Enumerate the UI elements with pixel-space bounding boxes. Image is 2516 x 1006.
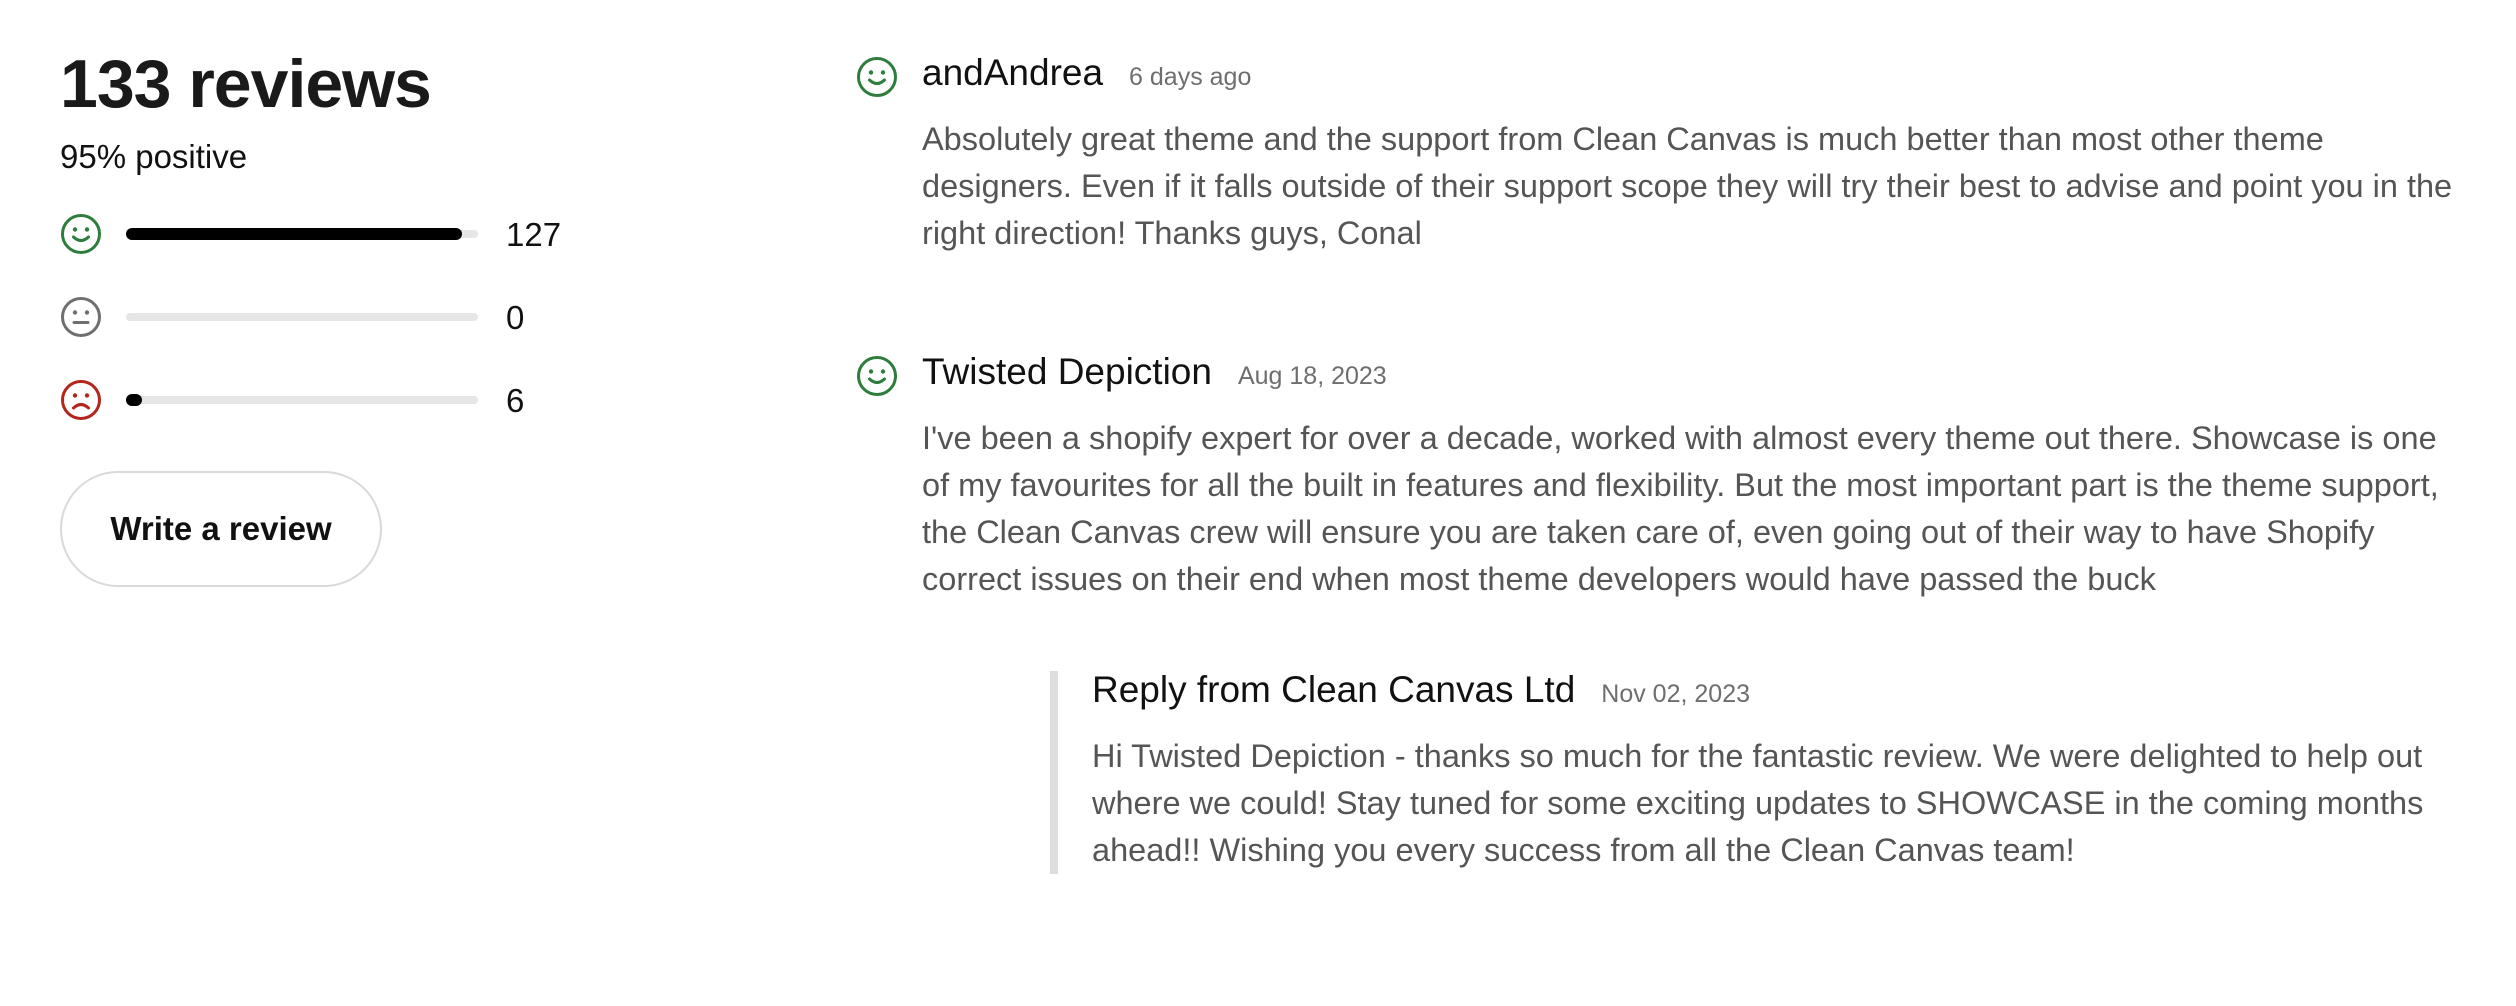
review-date: Aug 18, 2023 bbox=[1237, 362, 1387, 390]
review-item: Twisted Depiction Aug 18, 2023 I've been… bbox=[856, 353, 2456, 874]
review-text: Absolutely great theme and the support f… bbox=[922, 121, 2453, 251]
review-author: andAndrea bbox=[922, 52, 1104, 93]
distribution-fill-negative bbox=[126, 394, 142, 406]
review-header: andAndrea 6 days ago bbox=[922, 54, 2456, 102]
smiley-neutral-icon bbox=[61, 297, 101, 337]
smiley-happy-icon bbox=[61, 214, 101, 254]
distribution-row-positive: 127 bbox=[60, 213, 660, 255]
review-header: Twisted Depiction Aug 18, 2023 bbox=[922, 353, 2456, 401]
reviews-count-title: 133 reviews bbox=[60, 46, 432, 122]
distribution-count-positive: 127 bbox=[506, 215, 562, 253]
distribution-fill-positive bbox=[126, 228, 463, 240]
review-text: I've been a shopify expert for over a de… bbox=[922, 420, 2439, 597]
reply-header: Reply from Clean Canvas Ltd Nov 02, 2023 bbox=[1092, 671, 2432, 715]
reviews-list: andAndrea 6 days ago Absolutely great th… bbox=[856, 54, 2456, 874]
reply-text: Hi Twisted Depiction - thanks so much fo… bbox=[1092, 738, 2424, 868]
review-author: Twisted Depiction bbox=[922, 351, 1212, 392]
smiley-happy-icon bbox=[857, 57, 897, 97]
smiley-happy-icon bbox=[857, 356, 897, 396]
distribution-row-neutral: 0 bbox=[60, 296, 660, 338]
positive-percentage: 95% positive bbox=[60, 138, 248, 175]
distribution-bar-negative bbox=[126, 394, 478, 406]
reviews-summary: 133 reviews 95% positive 127 0 6 Write a… bbox=[60, 50, 660, 587]
rating-distribution: 127 0 6 bbox=[60, 213, 660, 421]
merchant-reply: Reply from Clean Canvas Ltd Nov 02, 2023… bbox=[1050, 671, 2432, 874]
reply-author: Reply from Clean Canvas Ltd bbox=[1092, 669, 1576, 710]
distribution-bar-neutral bbox=[126, 313, 478, 321]
distribution-bar-positive bbox=[126, 228, 478, 240]
write-review-button[interactable]: Write a review bbox=[60, 471, 382, 587]
review-item: andAndrea 6 days ago Absolutely great th… bbox=[856, 54, 2456, 257]
distribution-count-neutral: 0 bbox=[506, 298, 525, 336]
review-date: 6 days ago bbox=[1129, 63, 1252, 91]
smiley-sad-icon bbox=[61, 380, 101, 420]
distribution-count-negative: 6 bbox=[506, 381, 525, 419]
distribution-row-negative: 6 bbox=[60, 379, 660, 421]
reply-date: Nov 02, 2023 bbox=[1601, 680, 1750, 708]
